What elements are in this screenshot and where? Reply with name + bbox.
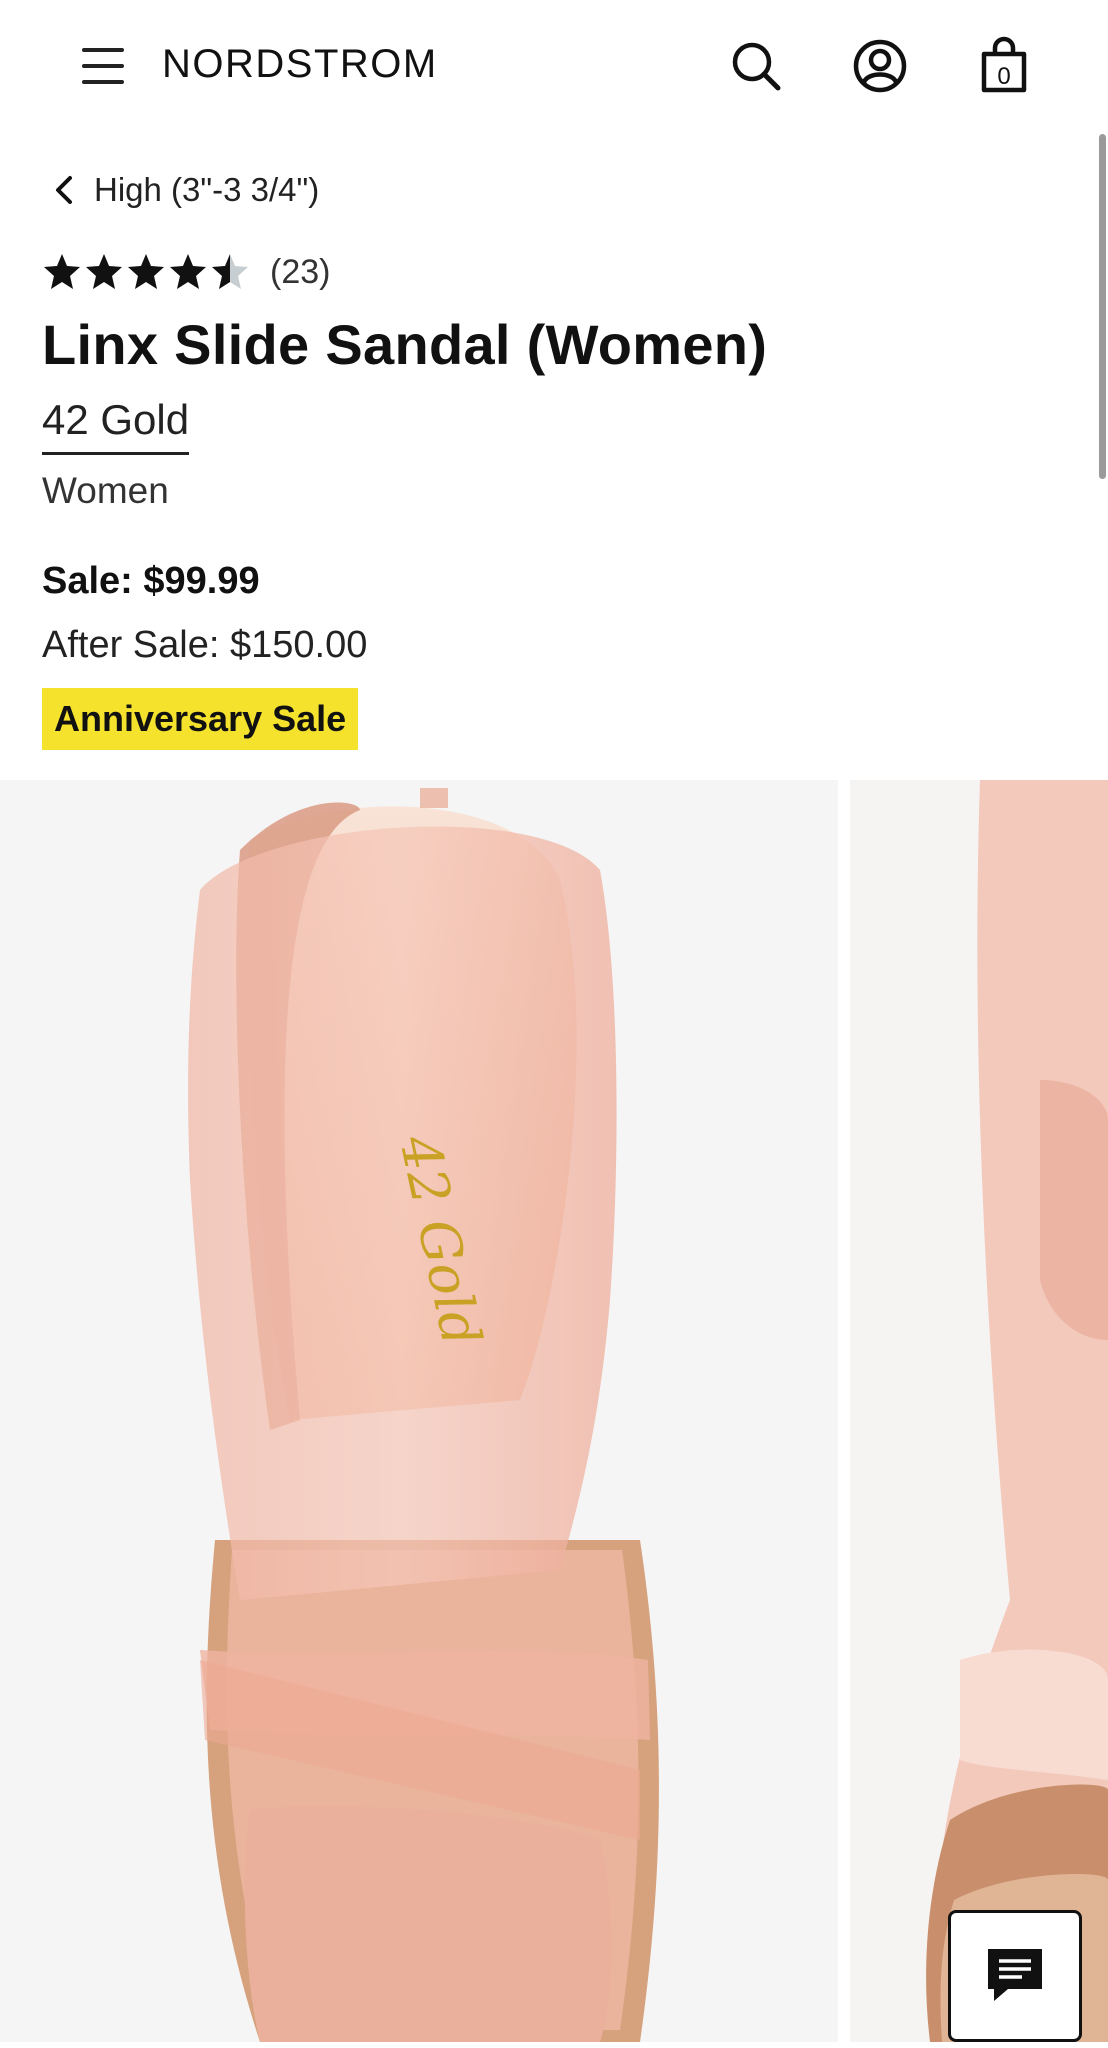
review-count[interactable]: (23): [270, 253, 330, 292]
shopping-bag-button[interactable]: 0: [974, 36, 1034, 96]
bag-count: 0: [997, 63, 1010, 90]
shopping-bag-icon: 0: [981, 36, 1027, 93]
nordstrom-logo[interactable]: NORDSTROM: [162, 42, 438, 87]
star-icon: [170, 254, 206, 289]
product-title: Linx Slide Sandal (Women): [42, 313, 768, 376]
sale-price: Sale: $99.99: [42, 560, 260, 602]
search-icon[interactable]: [726, 36, 786, 96]
chat-button[interactable]: [948, 1910, 1082, 2042]
product-image-main[interactable]: 42 Gold: [0, 780, 838, 2042]
product-image-gallery[interactable]: 42 Gold: [0, 780, 1108, 2042]
brand-link[interactable]: 42 Gold: [42, 396, 190, 455]
anniversary-sale-badge: Anniversary Sale: [42, 688, 359, 750]
menu-button[interactable]: [78, 44, 128, 88]
star-icon: [44, 254, 80, 289]
star-icon: [86, 254, 122, 289]
after-sale-price: After Sale: $150.00: [42, 624, 368, 666]
breadcrumb-back-link[interactable]: High (3"-3 3/4"): [52, 168, 319, 212]
product-rating[interactable]: (23): [42, 252, 330, 292]
chat-icon: [988, 1949, 1042, 2001]
rating-stars: [42, 252, 252, 292]
chevron-left-icon: [56, 176, 72, 204]
site-header: NORDSTROM 0: [0, 0, 1108, 132]
breadcrumb-label: High (3"-3 3/4"): [94, 171, 320, 208]
star-icon: [212, 254, 248, 289]
page-scrollbar[interactable]: [1099, 134, 1106, 479]
account-icon[interactable]: [850, 36, 910, 96]
star-icon: [128, 254, 164, 289]
product-gender: Women: [42, 470, 169, 511]
product-image-secondary[interactable]: [850, 780, 1108, 2042]
